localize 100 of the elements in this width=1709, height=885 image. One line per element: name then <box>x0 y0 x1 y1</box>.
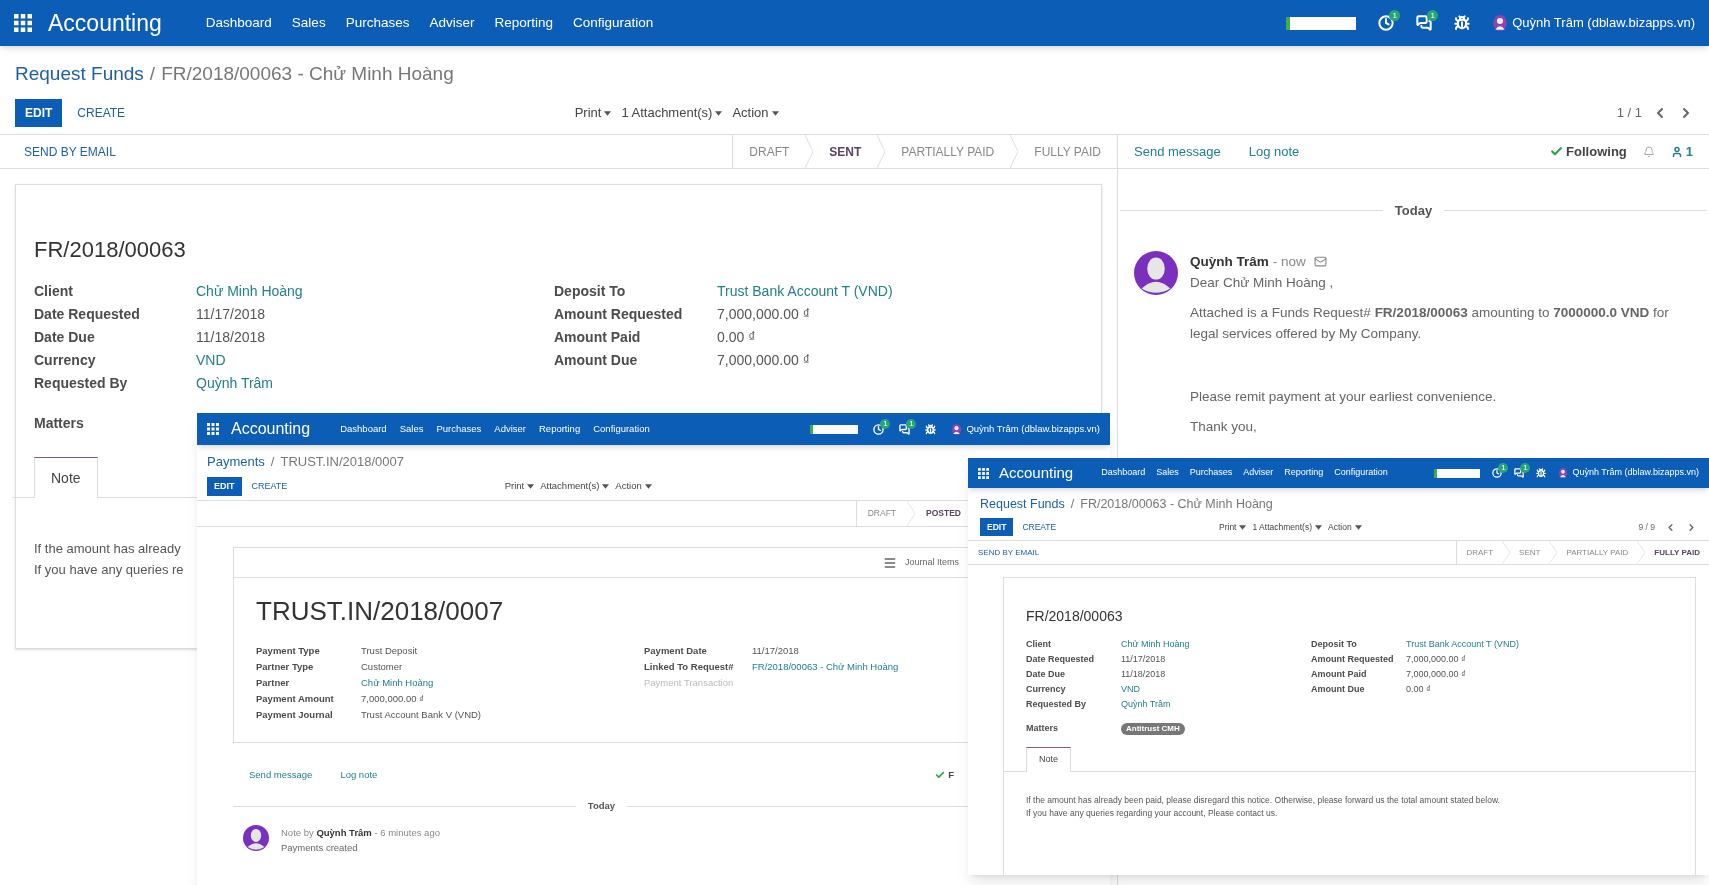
status-step[interactable]: SENT <box>813 135 878 168</box>
next-icon[interactable] <box>1686 521 1697 533</box>
caret-icon <box>771 110 779 116</box>
dropdown-button[interactable]: Print <box>574 103 612 123</box>
log-note-link[interactable]: Log note <box>1248 141 1300 162</box>
menu-link[interactable]: Sales <box>291 12 326 34</box>
field-link[interactable]: Chử Minh Hoàng <box>361 675 434 691</box>
dropdown-button[interactable]: Action <box>732 103 779 123</box>
menu-link[interactable]: Purchases <box>345 12 410 34</box>
menu-link[interactable]: Reporting <box>539 421 581 437</box>
menu-link[interactable]: Dashboard <box>340 421 387 437</box>
dropdown-button[interactable]: Action <box>1328 520 1362 534</box>
field-link[interactable]: FR/2018/00063 - Chử Minh Hoàng <box>752 659 899 675</box>
status-step[interactable]: SENT <box>1510 541 1550 564</box>
status-step[interactable]: DRAFT <box>1457 541 1503 564</box>
field-link[interactable]: Chử Minh Hoàng <box>196 280 303 303</box>
send-message-link[interactable]: Send message <box>1134 141 1221 162</box>
clock-icon[interactable] <box>1492 468 1503 478</box>
field-link[interactable]: Trust Bank Account T (VND) <box>717 280 893 303</box>
apps-grid-icon[interactable] <box>978 467 989 479</box>
menu-link[interactable]: Configuration <box>573 12 654 34</box>
apps-grid-icon[interactable] <box>14 14 32 32</box>
field-link[interactable]: Trust Bank Account T (VND) <box>1406 637 1519 652</box>
edit-button[interactable]: EDIT <box>980 518 1014 536</box>
user-menu[interactable]: Quỳnh Trâm (dblaw.bizapps.vn) <box>966 421 1100 437</box>
create-button[interactable]: CREATE <box>241 479 298 494</box>
user-menu[interactable]: Quỳnh Trâm (dblaw.bizapps.vn) <box>1572 466 1699 480</box>
field-link[interactable]: Quỳnh Trâm <box>196 372 274 395</box>
menu-link[interactable]: Adviser <box>429 12 475 34</box>
create-button[interactable]: CREATE <box>62 104 141 122</box>
menu-link[interactable]: Adviser <box>494 421 526 437</box>
status-step[interactable]: FULLY PAID <box>1018 135 1117 168</box>
status-step[interactable]: POSTED <box>915 501 972 526</box>
dropdown-button[interactable]: 1 Attachment(s) <box>621 103 723 123</box>
field-link[interactable]: Quỳnh Trâm <box>1121 697 1171 712</box>
dropdown-button[interactable]: Print <box>504 479 535 494</box>
breadcrumb-link[interactable]: Request Funds <box>980 494 1065 514</box>
caret-icon <box>1239 524 1247 530</box>
breadcrumb-link[interactable]: Request Funds <box>15 59 144 89</box>
menu-link[interactable]: Reporting <box>494 12 553 34</box>
chat-bubbles-icon[interactable] <box>1514 468 1525 478</box>
chat-bubbles-icon[interactable] <box>1416 15 1433 31</box>
send-message-link[interactable]: Send message <box>249 767 313 783</box>
menu-link[interactable]: Purchases <box>436 421 482 437</box>
menu-link[interactable]: Adviser <box>1243 466 1274 480</box>
status-step[interactable]: FULLY PAID <box>1645 541 1709 564</box>
menu-link[interactable]: Configuration <box>1334 466 1388 480</box>
field-label: Deposit To <box>554 282 627 301</box>
apps-grid-icon[interactable] <box>207 423 219 435</box>
following-button[interactable]: F <box>935 767 954 783</box>
field-label: Matters <box>34 414 85 433</box>
log-note-link[interactable]: Log note <box>340 767 378 783</box>
message-text: Dear Chử Minh Hoàng , <box>1190 273 1335 292</box>
menu-icon <box>882 555 897 570</box>
status-step[interactable]: PARTIALLY PAID <box>885 135 1011 168</box>
status-step[interactable]: DRAFT <box>733 135 806 168</box>
chat-bubbles-icon[interactable] <box>899 423 911 435</box>
note-tab[interactable]: Note <box>34 457 98 498</box>
breadcrumb-link[interactable]: Payments <box>207 452 265 472</box>
menu-link[interactable]: Purchases <box>1189 466 1233 480</box>
field-link[interactable]: Chử Minh Hoàng <box>1121 637 1190 652</box>
field-label: Date Due <box>1026 668 1066 681</box>
field-link[interactable]: VND <box>196 349 226 372</box>
bug-icon[interactable] <box>1454 15 1471 31</box>
field-value: 7,000,000.00 ₫ <box>1406 653 1466 666</box>
note-text: If you have any queries regarding your account, Please contact us. <box>1026 806 1278 820</box>
notification-badge: 1 <box>1520 463 1531 473</box>
menu-link[interactable]: Dashboard <box>205 12 272 34</box>
breadcrumb-separator: / <box>149 61 156 86</box>
field-link[interactable]: VND <box>1121 682 1140 697</box>
followers-button[interactable]: 1 <box>1670 141 1693 162</box>
pager-counter: 9 / 9 <box>1638 520 1655 534</box>
dropdown-button[interactable]: Print <box>1219 520 1247 534</box>
journal-items-button[interactable]: Journal Items <box>882 555 959 570</box>
check-icon <box>1550 145 1564 158</box>
send-email-button[interactable]: SEND BY EMAIL <box>968 546 1050 559</box>
status-step[interactable]: PARTIALLY PAID <box>1557 541 1638 564</box>
user-menu[interactable]: Quỳnh Trâm (dblaw.bizapps.vn) <box>1512 13 1695 33</box>
dropdown-button[interactable]: 1 Attachment(s) <box>1252 520 1322 534</box>
menu-link[interactable]: Reporting <box>1284 466 1324 480</box>
bug-icon[interactable] <box>1536 468 1547 478</box>
status-step[interactable]: DRAFT <box>856 501 908 526</box>
note-tab[interactable]: Note <box>1026 746 1071 772</box>
clock-icon[interactable] <box>873 423 885 435</box>
clock-icon[interactable] <box>1378 15 1395 31</box>
following-button[interactable]: Following <box>1550 141 1627 162</box>
edit-button[interactable]: EDIT <box>15 99 63 127</box>
avatar-icon <box>1492 15 1509 31</box>
caret-icon <box>715 110 723 116</box>
bug-icon[interactable] <box>925 423 937 435</box>
menu-link[interactable]: Sales <box>399 421 424 437</box>
create-button[interactable]: CREATE <box>1013 520 1066 534</box>
menu-link[interactable]: Sales <box>1156 466 1179 480</box>
message-text: Payments created <box>281 841 359 856</box>
edit-button[interactable]: EDIT <box>207 477 242 496</box>
menu-link[interactable]: Configuration <box>593 421 650 437</box>
menu-link[interactable]: Dashboard <box>1101 466 1146 480</box>
send-email-button[interactable]: SEND BY EMAIL <box>0 142 140 161</box>
dropdown-button[interactable]: Attachment(s) <box>540 479 610 494</box>
dropdown-button[interactable]: Action <box>615 479 652 494</box>
